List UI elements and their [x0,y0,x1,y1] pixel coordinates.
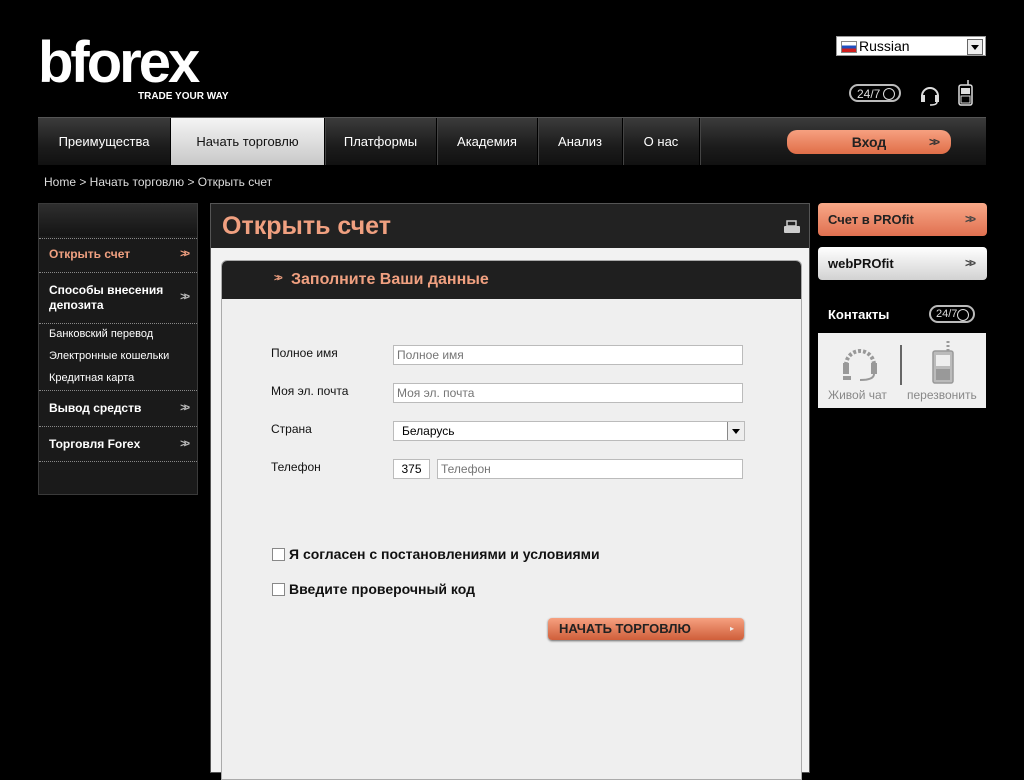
page-title: Открыть счет [222,212,391,240]
registration-form: >> Заполните Ваши данные Полное имя Моя … [221,260,802,780]
clock-icon [957,309,969,321]
callback-label[interactable]: перезвонить [907,388,977,402]
live-chat-label[interactable]: Живой чат [828,388,887,402]
sidebar-item-credit-card[interactable]: Кредитная карта [49,372,134,384]
sidebar-item-open-account[interactable]: Открыть счет [49,247,130,261]
webprofit-label: webPROfit [828,256,894,271]
chevron-down-icon[interactable] [727,422,744,440]
start-trading-label: НАЧАТЬ ТОРГОВЛЮ [559,621,691,636]
phone-code-input[interactable]: 375 [393,459,430,479]
double-chevron-icon: >> [274,273,283,284]
russian-flag-icon [841,41,857,53]
form-header: >> Заполните Ваши данные [222,261,801,299]
language-value: Russian [859,38,910,54]
login-label: Вход [851,134,887,150]
full-name-input[interactable] [393,345,743,365]
captcha-checkbox[interactable] [272,583,285,596]
webprofit-button[interactable]: webPROfit >> [818,247,987,280]
email-input[interactable] [393,383,743,403]
main-panel: Открыть счет >> Заполните Ваши данные По… [210,203,810,780]
start-trading-button[interactable]: НАЧАТЬ ТОРГОВЛЮ ▸ [548,618,744,640]
nav-item-analysis[interactable]: Анализ [538,118,623,165]
clock-icon [883,88,895,100]
phone-label: Телефон [271,460,321,474]
headset-icon[interactable] [918,82,942,106]
country-select[interactable]: Беларусь [393,421,745,441]
print-icon[interactable] [783,220,801,236]
headset-icon[interactable] [840,343,880,383]
agree-checkbox[interactable] [272,548,285,561]
captcha-label[interactable]: Введите проверочный код [289,581,475,597]
sidebar-item-withdrawal[interactable]: Вывод средств [49,401,141,415]
main-header: Открыть счет [211,204,809,248]
double-chevron-icon: >> [964,256,976,270]
double-chevron-icon: >> [180,402,190,414]
nav-item-advantages[interactable]: Преимущества [38,118,171,165]
breadcrumb[interactable]: Home > Начать торговлю > Открыть счет [44,175,272,189]
sidebar-item-deposit-methods[interactable]: Способы внесения депозита [49,283,169,313]
nav-item-academy[interactable]: Академия [437,118,538,165]
support-247-label: 24/7 [857,87,881,101]
country-label: Страна [271,422,312,436]
sidebar-item-e-wallets[interactable]: Электронные кошельки [49,350,169,362]
divider [900,345,902,385]
mobile-phone-icon[interactable] [956,79,976,107]
left-sidebar: Открыть счет >> Способы внесения депозит… [38,203,198,495]
phone-input[interactable] [437,459,743,479]
contacts-title: Контакты [828,307,890,322]
mobile-phone-icon[interactable] [928,339,958,385]
email-label: Моя эл. почта [271,384,349,398]
form-title: Заполните Ваши данные [291,271,489,288]
double-chevron-icon: >> [180,248,190,260]
contacts-247-icon: 24/7 [929,305,975,323]
chevron-down-icon[interactable] [967,39,983,55]
login-button[interactable]: Вход >> [787,130,951,154]
arrow-right-icon: ▸ [729,624,734,633]
contacts-247-label: 24/7 [936,308,958,320]
sidebar-item-forex-trading[interactable]: Торговля Forex [49,437,140,451]
sidebar-item-bank-transfer[interactable]: Банковский перевод [49,328,153,340]
profit-account-button[interactable]: Счет в PROfit >> [818,203,987,236]
nav-item-platforms[interactable]: Платформы [325,118,437,165]
double-chevron-icon: >> [928,135,940,149]
double-chevron-icon: >> [180,291,190,303]
nav-item-start-trading[interactable]: Начать торговлю [171,118,325,165]
logo[interactable]: bforex TRADE YOUR WAY [38,32,238,106]
support-247-icon[interactable]: 24/7 [849,84,901,102]
profit-account-label: Счет в PROfit [828,212,914,227]
country-value: Беларусь [402,424,455,438]
double-chevron-icon: >> [964,212,976,226]
logo-tagline: TRADE YOUR WAY [138,91,229,102]
contacts-box: Живой чат перезвонить [818,333,986,408]
nav-item-about[interactable]: О нас [623,118,700,165]
logo-text: bforex [38,30,200,95]
agree-label[interactable]: Я согласен с постановлениями и условиями [289,546,600,562]
language-select[interactable]: Russian [836,36,986,56]
full-name-label: Полное имя [271,346,338,360]
double-chevron-icon: >> [180,438,190,450]
sidebar-header [39,204,197,236]
